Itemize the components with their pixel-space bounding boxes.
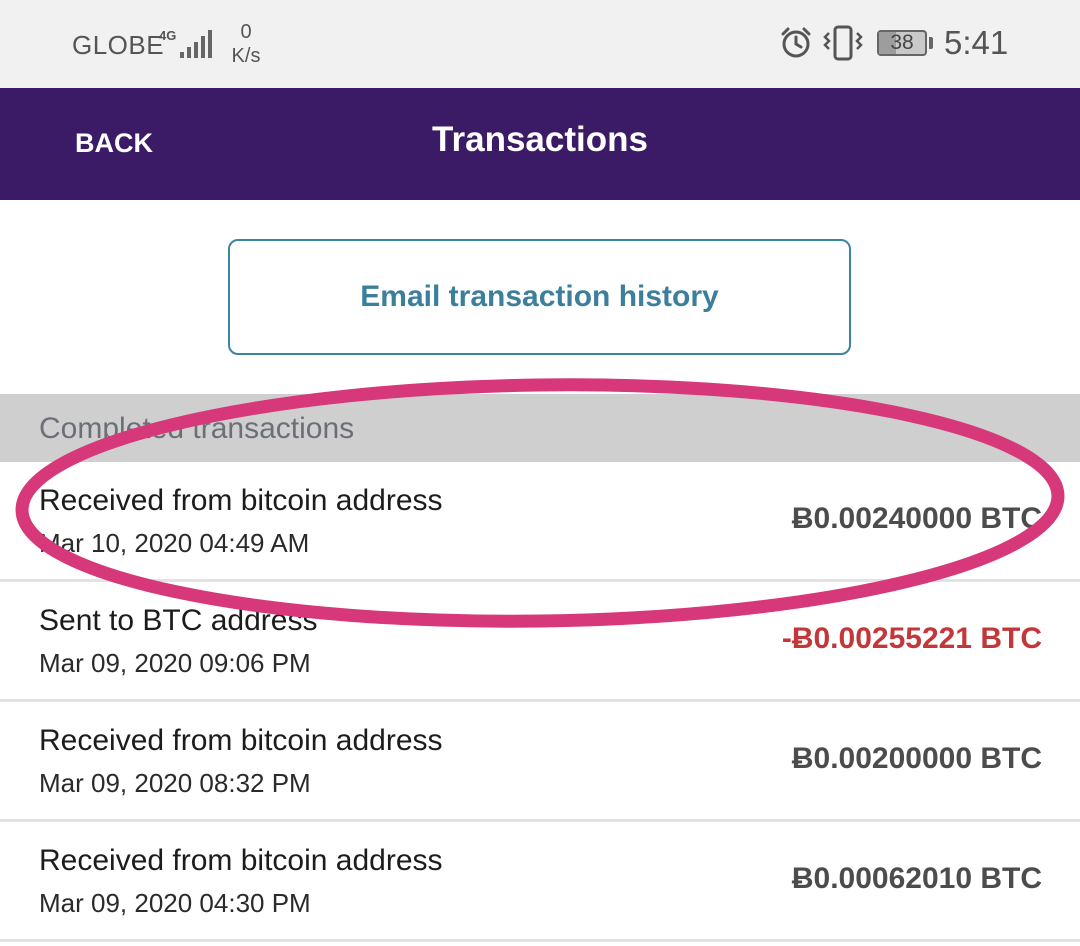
clock: 5:41 xyxy=(944,24,1009,61)
battery-tip xyxy=(929,37,933,49)
transaction-title: Received from bitcoin address xyxy=(39,844,443,877)
transaction-date: Mar 09, 2020 09:06 PM xyxy=(39,648,311,678)
vibrate-icon xyxy=(823,25,863,61)
transaction-row[interactable]: Received from bitcoin address Mar 09, 20… xyxy=(0,702,1080,822)
transaction-amount: Ƀ0.00240000 BTC xyxy=(791,502,1042,535)
page-title: Transactions xyxy=(432,120,648,159)
transaction-date: Mar 10, 2020 04:49 AM xyxy=(39,528,310,558)
transaction-date: Mar 09, 2020 08:32 PM xyxy=(39,768,311,798)
transaction-title: Received from bitcoin address xyxy=(39,724,443,757)
speed-unit: K/s xyxy=(231,45,261,67)
carrier-name: GLOBE xyxy=(72,30,165,60)
transaction-row[interactable]: Received from bitcoin address Mar 10, 20… xyxy=(0,462,1080,582)
section-header: Completed transactions xyxy=(0,394,1080,462)
battery-icon: 38 xyxy=(877,30,927,56)
transaction-title: Sent to BTC address xyxy=(39,604,318,637)
transaction-list: Received from bitcoin address Mar 10, 20… xyxy=(0,462,1080,942)
transaction-row[interactable]: Received from bitcoin address Mar 09, 20… xyxy=(0,822,1080,942)
transaction-row[interactable]: Sent to BTC address Mar 09, 2020 09:06 P… xyxy=(0,582,1080,702)
network-speed: 0 K/s xyxy=(229,20,263,68)
transaction-amount: Ƀ0.00200000 BTC xyxy=(791,742,1042,775)
email-button-label: Email transaction history xyxy=(360,280,719,313)
status-bar: GLOBE 4G 0 K/s 38 5:41 xyxy=(0,0,1080,88)
alarm-icon xyxy=(781,27,811,58)
transaction-title: Received from bitcoin address xyxy=(39,484,443,517)
transaction-date: Mar 09, 2020 04:30 PM xyxy=(39,888,311,918)
speed-value: 0 xyxy=(240,21,252,43)
network-type: 4G xyxy=(159,28,177,43)
transaction-amount: Ƀ0.00062010 BTC xyxy=(791,862,1042,895)
app-header: BACK Transactions xyxy=(0,88,1080,200)
transaction-amount: -Ƀ0.00255221 BTC xyxy=(781,622,1042,655)
section-label: Completed transactions xyxy=(39,412,355,445)
signal-icon xyxy=(180,30,212,58)
battery-level-text: 38 xyxy=(890,31,914,54)
email-transaction-history-button[interactable]: Email transaction history xyxy=(228,239,851,355)
